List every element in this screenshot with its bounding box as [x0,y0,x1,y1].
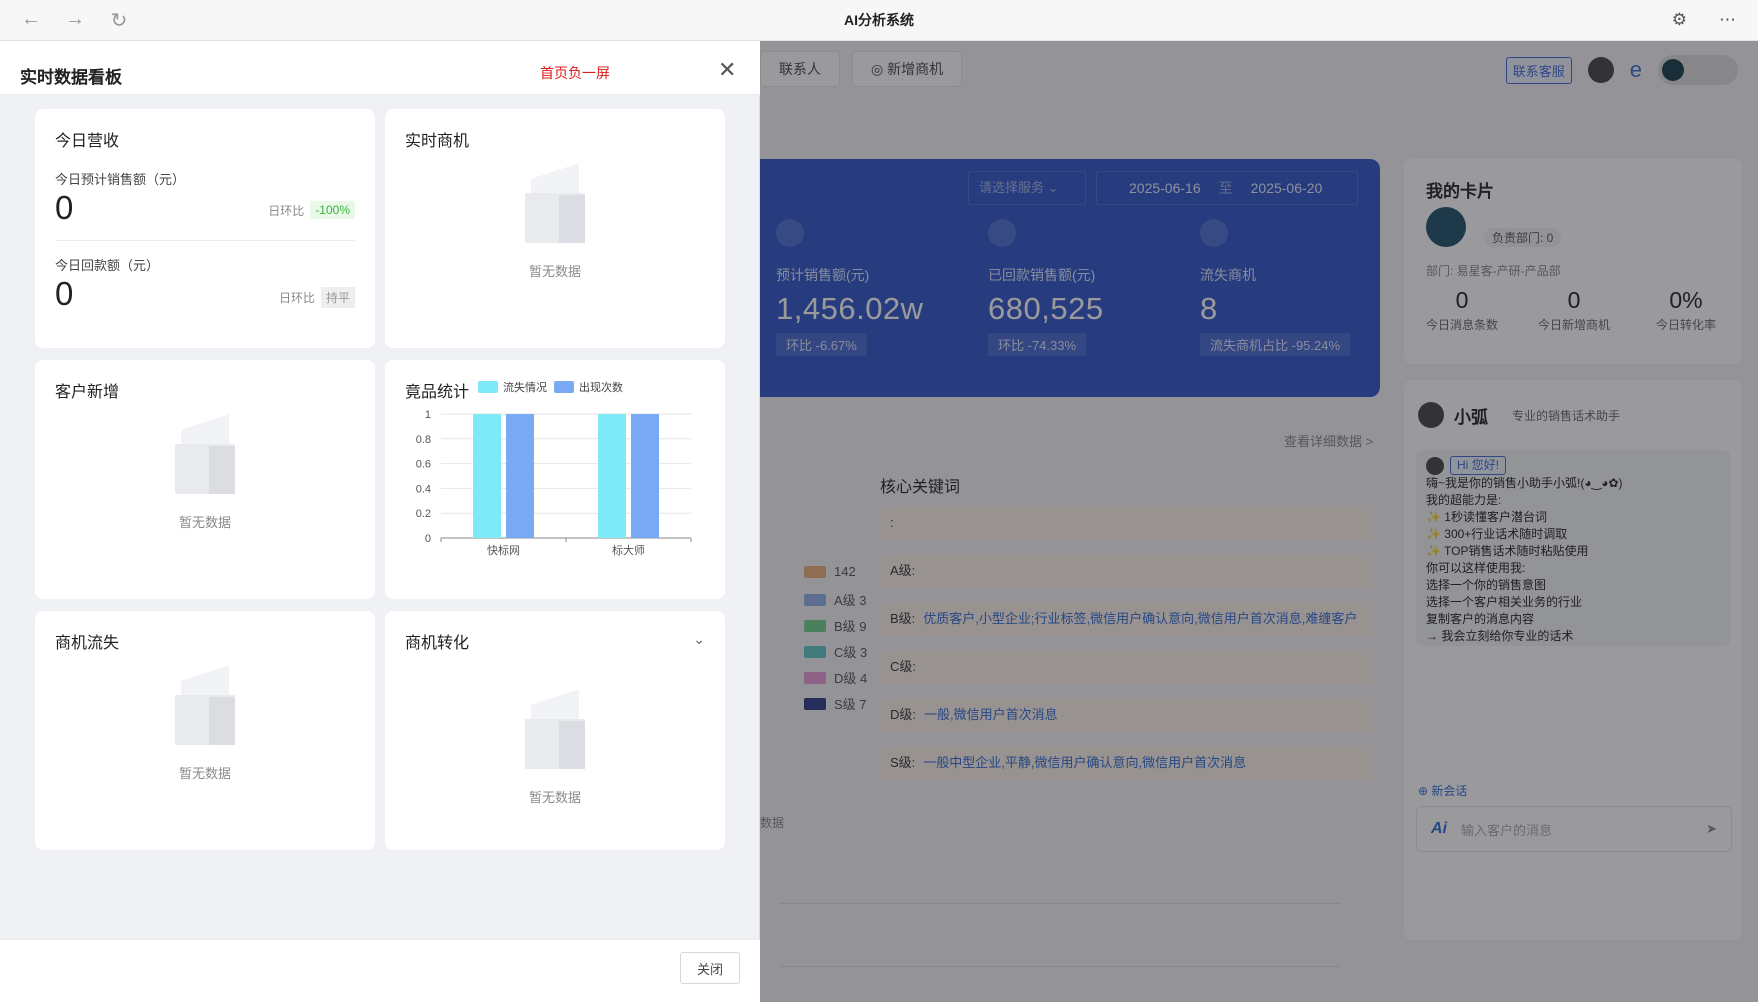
close-button[interactable]: 关闭 [680,952,740,984]
sales-value: 0 [55,189,74,226]
legend-swatch [478,381,498,393]
payback-value: 0 [55,275,74,312]
empty-state: 暂无数据 [385,689,725,806]
forward-icon[interactable]: → [64,8,86,33]
window-title: AI分析系统 [844,12,914,28]
card-realtime-opportunity: 实时商机 暂无数据 [385,109,725,348]
card-title: 客户新增 [55,384,120,401]
settings-icon[interactable]: ⚙ [1672,10,1687,30]
card-title: 商机转化 [405,635,470,652]
legend-label: 流失情况 [503,380,547,394]
bar [631,414,659,538]
x-tick-label: 快标网 [487,543,520,557]
refresh-icon[interactable]: ↻ [108,8,130,33]
sales-label: 今日预计销售额（元） [55,172,186,187]
empty-box-icon [515,689,595,773]
empty-state: 暂无数据 [35,665,375,782]
bar [506,414,534,538]
legend-label: 出现次数 [579,380,623,394]
y-tick-label: 0.4 [416,483,431,495]
divider [55,240,355,241]
card-competitor-stats: 竟品统计 流失情况 出现次数 0 0.2 0.4 0.6 0.8 1 快标网 标大师 [385,360,725,599]
y-tick-label: 0 [425,533,431,545]
drawer-header: 实时数据看板 首页负一屏 ✕ [0,41,760,95]
competitor-bar-chart: 流失情况 出现次数 0 0.2 0.4 0.6 0.8 1 快标网 标大师 [416,380,692,557]
ring-badge: 持平 [320,287,355,308]
card-today-revenue: 今日营收 今日预计销售额（元） 0 日环比 -100% 今日回款额（元） 0 日… [35,109,375,348]
empty-box-icon [165,665,245,749]
y-tick-label: 1 [425,409,431,421]
realtime-dashboard-drawer: 实时数据看板 首页负一屏 ✕ 今日营收 今日预计销售额（元） 0 日环比 -10… [0,41,760,1002]
card-title: 商机流失 [55,635,120,652]
bar [598,414,626,538]
window-titlebar: ← → ↻ AI分析系统 ⚙ ⋯ [0,0,1758,41]
payback-ring: 日环比 持平 [279,287,355,308]
drawer-title: 实时数据看板 [20,68,122,87]
y-tick-label: 0.8 [416,434,431,446]
sales-ring: 日环比 -100% [268,201,355,219]
more-icon[interactable]: ⋯ [1719,10,1736,30]
payback-label: 今日回款额（元） [55,258,160,273]
back-icon[interactable]: ← [20,8,42,33]
bar [473,414,501,538]
y-tick-label: 0.2 [416,508,431,520]
drawer-footer: 关闭 [0,939,760,1002]
card-new-customers: 客户新增 暂无数据 [35,360,375,599]
ring-badge: -100% [310,201,355,219]
empty-box-icon [515,163,595,247]
drawer-tag: 首页负一屏 [540,65,610,81]
empty-box-icon [165,414,245,498]
y-tick-label: 0.6 [416,459,431,471]
empty-state: 暂无数据 [35,414,375,531]
legend-swatch [554,381,574,393]
chevron-down-icon[interactable]: ⌄ [693,631,705,648]
x-tick-label: 标大师 [612,543,645,557]
close-icon[interactable]: ✕ [718,59,736,81]
card-title: 实时商机 [405,133,470,150]
card-opportunity-conversion: 商机转化 ⌄ 暂无数据 [385,611,725,850]
empty-state: 暂无数据 [385,163,725,280]
modal-overlay[interactable] [760,41,1758,1002]
card-opportunity-loss: 商机流失 暂无数据 [35,611,375,850]
card-title: 今日营收 [55,133,120,150]
